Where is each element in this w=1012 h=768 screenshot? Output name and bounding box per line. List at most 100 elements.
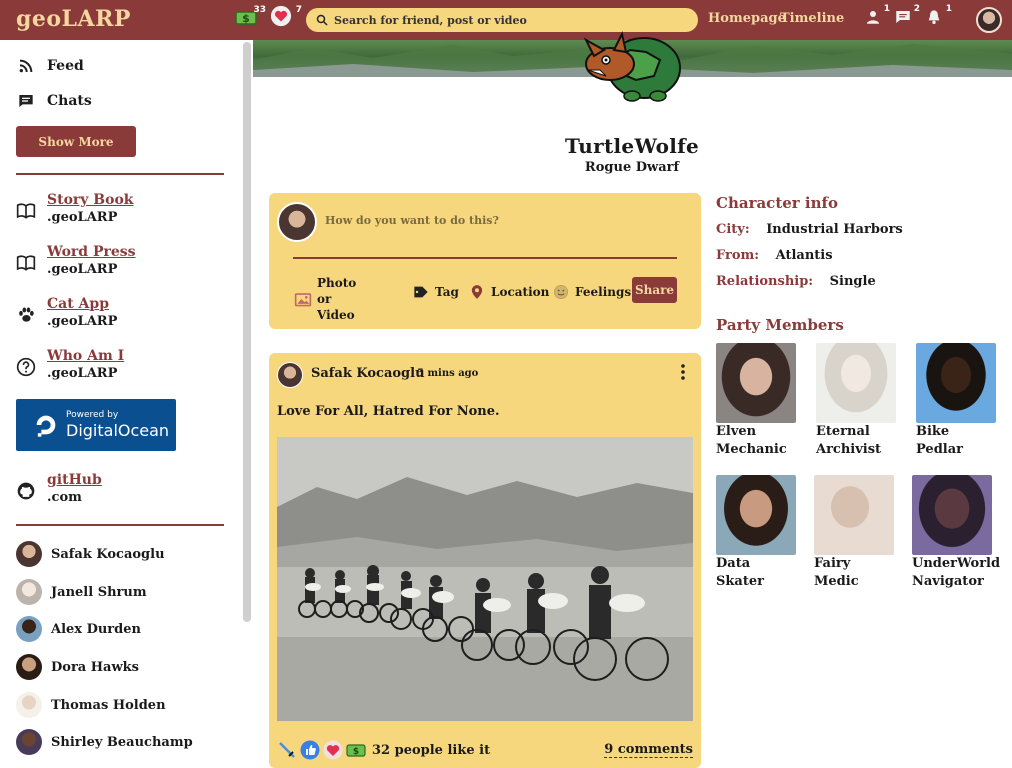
messages-count: 2 <box>913 4 920 14</box>
nav-timeline[interactable]: Timeline <box>780 11 844 26</box>
link-title[interactable]: Word Press <box>47 243 136 261</box>
location-button[interactable]: Location <box>467 282 549 302</box>
user-avatar[interactable] <box>976 7 1002 33</box>
sidebar-link-story-book[interactable]: Story Book .geoLARP <box>16 191 134 227</box>
person-icon <box>867 11 879 24</box>
sidebar-link-cat-app[interactable]: Cat App .geoLARP <box>16 295 117 331</box>
sponsor-brand: DigitalOcean <box>66 421 170 440</box>
divider <box>16 524 224 526</box>
sword-icon[interactable] <box>277 740 297 760</box>
tag-icon <box>411 282 431 302</box>
sidebar-link-who-am-i[interactable]: Who Am I .geoLARP <box>16 347 124 383</box>
messages-button[interactable]: 2 <box>894 4 920 30</box>
friend-name: Safak Kocaoglu <box>51 546 165 562</box>
info-key: From: <box>716 248 760 263</box>
link-title[interactable]: Who Am I <box>47 347 124 365</box>
friend-item[interactable]: Dora Hawks <box>16 654 139 680</box>
sponsor-powered: Powered by <box>66 410 119 420</box>
sidebar-scrollbar[interactable] <box>243 42 251 622</box>
member-name-line2: Navigator <box>912 574 984 589</box>
nav-homepage[interactable]: Homepage <box>708 11 786 26</box>
sidebar-link-github[interactable]: gitHub .com <box>16 471 102 507</box>
share-button[interactable]: Share <box>632 277 677 303</box>
post-card: Safak Kocaoglu 5 mins ago Love For All, … <box>269 353 701 768</box>
character-info-title: Character info <box>716 194 838 212</box>
friend-item[interactable]: Safak Kocaoglu <box>16 541 165 567</box>
chat-icon <box>896 11 910 23</box>
link-subtitle: .geoLARP <box>47 366 118 381</box>
comments-link[interactable]: 9 comments <box>604 742 693 758</box>
sidebar-item-chats[interactable]: Chats <box>16 91 92 111</box>
link-title[interactable]: Cat App <box>47 295 117 313</box>
tag-label: Tag <box>435 285 459 299</box>
profile-name: TurtleWolfe <box>564 134 700 158</box>
show-more-button[interactable]: Show More <box>16 126 136 157</box>
friend-item[interactable]: Alex Durden <box>16 616 141 642</box>
avatar <box>16 654 42 680</box>
link-title[interactable]: gitHub <box>47 471 102 489</box>
member-photo <box>816 343 896 423</box>
party-member-card[interactable]: Data Skater <box>716 475 806 591</box>
smiley-icon <box>551 282 571 302</box>
money-icon[interactable]: $ <box>346 740 366 760</box>
info-row-city: City: Industrial Harbors <box>716 222 903 237</box>
paw-icon <box>19 307 34 322</box>
tag-button[interactable]: Tag <box>411 282 459 302</box>
avatar[interactable] <box>277 362 303 388</box>
composer-input[interactable] <box>325 211 675 229</box>
info-value: Atlantis <box>775 248 833 263</box>
hearts-button[interactable]: 7 <box>270 5 302 33</box>
link-subtitle: .geoLARP <box>47 210 118 225</box>
sidebar-link-word-press[interactable]: Word Press .geoLARP <box>16 243 136 279</box>
avatar <box>16 692 42 718</box>
member-name-line2: Archivist <box>816 442 882 457</box>
info-value: Industrial Harbors <box>766 222 903 237</box>
book-icon <box>16 203 36 219</box>
party-member-card[interactable]: Eternal Archivist <box>816 343 906 459</box>
notifications-button[interactable]: 1 <box>926 4 952 30</box>
question-icon <box>16 357 36 377</box>
friend-item[interactable]: Janell Shrum <box>16 579 147 605</box>
party-member-card[interactable]: Elven Mechanic <box>716 343 806 459</box>
party-member-card[interactable]: UnderWorld Navigator <box>912 475 1002 591</box>
digitalocean-banner[interactable]: Powered by DigitalOcean <box>16 399 176 451</box>
member-name-line1: Bike <box>916 424 950 439</box>
post-photo[interactable] <box>277 437 693 721</box>
friend-name: Dora Hawks <box>51 659 139 675</box>
photo-video-button[interactable]: Photo or Video <box>293 275 373 323</box>
friend-name: Thomas Holden <box>51 697 166 713</box>
chat-icon <box>16 91 36 111</box>
link-subtitle: .geoLARP <box>47 314 118 329</box>
sidebar-item-feed[interactable]: Feed <box>16 56 84 76</box>
link-title[interactable]: Story Book <box>47 191 134 209</box>
link-subtitle: .com <box>47 490 82 505</box>
member-name-line1: UnderWorld <box>912 556 1001 571</box>
party-member-card[interactable]: Fairy Medic <box>814 475 904 591</box>
coins-button[interactable]: $ 33 <box>234 5 266 33</box>
location-label: Location <box>491 285 550 299</box>
info-row-from: From: Atlantis <box>716 248 833 263</box>
profile-picture[interactable] <box>566 20 696 102</box>
heart-reaction-icon[interactable] <box>323 740 343 760</box>
more-options-icon[interactable] <box>677 363 689 381</box>
friend-requests-button[interactable]: 1 <box>864 4 890 30</box>
feelings-button[interactable]: Feelings <box>551 282 631 302</box>
sidebar-item-label: Feed <box>47 58 84 74</box>
member-name-line2: Pedlar <box>916 442 963 457</box>
thumbs-up-icon[interactable] <box>300 740 320 760</box>
member-photo <box>814 475 894 555</box>
friend-item[interactable]: Shirley Beauchamp <box>16 729 193 755</box>
member-name-line1: Eternal <box>816 424 870 439</box>
post-image <box>277 437 693 721</box>
avatar <box>16 579 42 605</box>
member-photo <box>916 343 996 423</box>
post-author[interactable]: Safak Kocaoglu <box>311 366 425 381</box>
svg-text:$: $ <box>242 12 250 25</box>
info-key: City: <box>716 222 750 237</box>
friend-item[interactable]: Thomas Holden <box>16 692 166 718</box>
logo[interactable]: geoLARP <box>16 6 131 32</box>
heart-icon <box>270 5 292 27</box>
friend-name: Shirley Beauchamp <box>51 734 193 750</box>
divider <box>293 257 677 259</box>
party-member-card[interactable]: Bike Pedlar <box>916 343 1006 459</box>
